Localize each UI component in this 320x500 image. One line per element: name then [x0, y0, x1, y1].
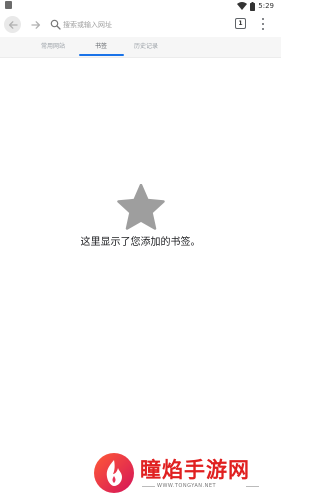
battery-icon: [250, 1, 256, 11]
notification-icon: [5, 1, 12, 9]
watermark: 瞳焰手游网 WWW.TONGYAN.NET: [93, 452, 273, 494]
tab-frequent-sites[interactable]: 常用网站: [33, 37, 73, 57]
more-vert-icon[interactable]: [259, 17, 267, 31]
watermark-divider: [246, 486, 259, 487]
star-icon: [117, 184, 165, 230]
tab-bar: 常用网站 书签 历史记录: [0, 37, 281, 58]
active-tab-indicator: [79, 54, 124, 56]
watermark-title: 瞳焰手游网: [140, 458, 250, 482]
forward-arrow-icon: [30, 20, 40, 29]
wifi-icon: [237, 2, 248, 10]
back-button[interactable]: [4, 16, 21, 33]
status-time: 5:29: [258, 2, 274, 10]
watermark-url: WWW.TONGYAN.NET: [157, 483, 217, 489]
flame-logo-icon: [94, 453, 134, 493]
search-icon: [50, 19, 61, 30]
tab-switcher-button[interactable]: 1: [235, 18, 246, 29]
forward-button[interactable]: [27, 16, 44, 33]
search-bar[interactable]: [48, 17, 223, 32]
status-bar: 5:29: [0, 0, 281, 12]
search-input[interactable]: [63, 17, 221, 32]
status-icons: 5:29: [237, 0, 274, 12]
back-arrow-icon: [8, 20, 18, 29]
watermark-divider: [142, 486, 155, 487]
tab-history[interactable]: 历史记录: [126, 37, 166, 57]
empty-bookmarks-message: 这里显示了您添加的书签。: [80, 237, 201, 248]
browser-toolbar: 1: [0, 12, 281, 37]
